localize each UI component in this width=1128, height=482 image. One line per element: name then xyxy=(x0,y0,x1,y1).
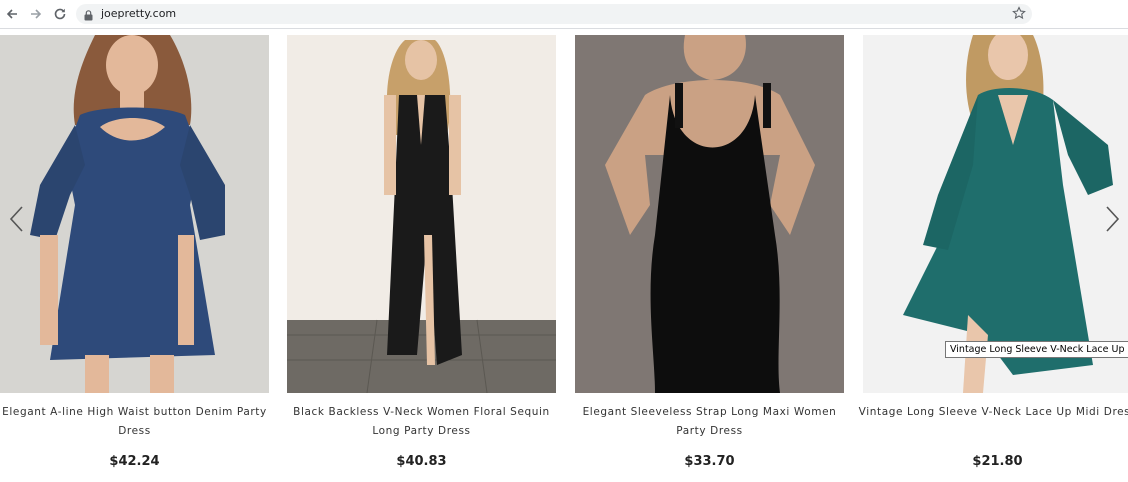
back-arrow-icon[interactable] xyxy=(2,4,22,24)
product-price: $40.83 xyxy=(396,454,447,469)
product-price: $21.80 xyxy=(972,454,1023,469)
product-carousel: Elegant A-line High Waist button Denim P… xyxy=(0,35,1128,482)
product-image[interactable] xyxy=(575,35,844,393)
browser-toolbar: joepretty.com xyxy=(0,0,1128,29)
product-image[interactable] xyxy=(287,35,556,393)
product-image[interactable] xyxy=(863,35,1128,393)
product-title[interactable]: Vintage Long Sleeve V-Neck Lace Up Midi … xyxy=(855,403,1128,422)
url-text: joepretty.com xyxy=(101,7,177,20)
product-title[interactable]: Elegant A-line High Waist button Denim P… xyxy=(0,403,277,441)
chevron-left-icon[interactable] xyxy=(7,205,27,233)
forward-arrow-icon[interactable] xyxy=(26,4,46,24)
product-title[interactable]: Elegant Sleeveless Strap Long Maxi Women… xyxy=(567,403,852,441)
product-title-tooltip: Vintage Long Sleeve V-Neck Lace Up Midi … xyxy=(945,341,1128,358)
address-bar[interactable]: joepretty.com xyxy=(76,4,1032,24)
product-price: $33.70 xyxy=(684,454,735,469)
product-title[interactable]: Black Backless V-Neck Women Floral Sequi… xyxy=(279,403,564,441)
product-image[interactable] xyxy=(0,35,269,393)
reload-icon[interactable] xyxy=(50,4,70,24)
lock-icon xyxy=(84,8,93,26)
chevron-right-icon[interactable] xyxy=(1102,205,1122,233)
product-price: $42.24 xyxy=(109,454,160,469)
bookmark-star-icon[interactable] xyxy=(1012,6,1026,25)
